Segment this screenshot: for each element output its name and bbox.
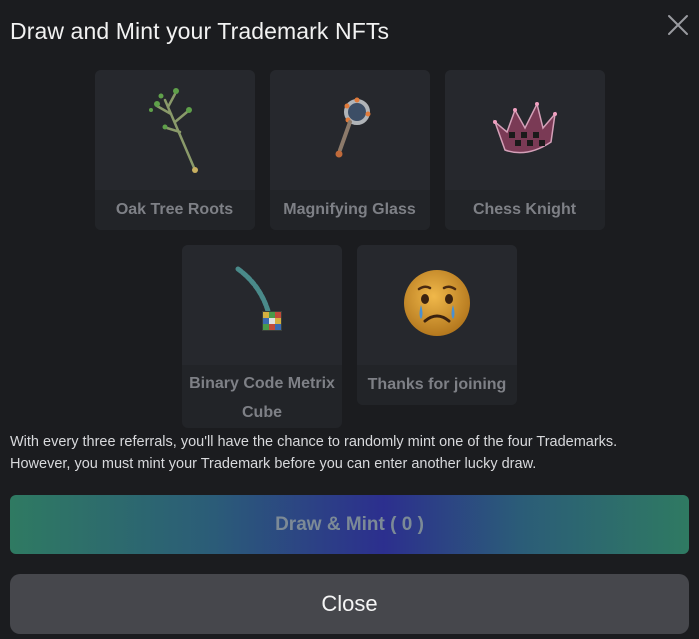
nft-card-magnifying-glass[interactable]: Magnifying Glass (269, 70, 430, 230)
nft-card-label: Thanks for joining (357, 365, 517, 405)
magnifying-glass-image (269, 70, 430, 190)
mint-modal: Draw and Mint your Trademark NFTs Oak Tr… (0, 0, 699, 639)
close-button[interactable]: Close (10, 574, 689, 634)
draw-mint-button[interactable]: Draw & Mint ( 0 ) (10, 495, 689, 554)
nft-cards-row-1: Oak Tree Roots Magnifying Glass Chess Kn… (0, 70, 699, 230)
nft-card-label: Magnifying Glass (269, 190, 430, 230)
oak-tree-roots-image (94, 70, 255, 190)
description-line-2: However, you must mint your Trademark be… (10, 456, 537, 472)
description-line-1: With every three referrals, you'll have … (10, 434, 618, 450)
rubiks-cube-wand-image (182, 245, 342, 365)
sad-face-emoji (357, 245, 517, 365)
chess-crown-image (444, 70, 605, 190)
nft-cards-row-2: Binary Code Metrix Cube Thanks for joini… (0, 245, 699, 428)
nft-card-label: Binary Code Metrix Cube (182, 365, 342, 428)
description: With every three referrals, you'll have … (10, 431, 690, 475)
nft-card-chess-knight[interactable]: Chess Knight (444, 70, 605, 230)
nft-card-oak-tree-roots[interactable]: Oak Tree Roots (94, 70, 255, 230)
close-icon[interactable] (667, 14, 689, 36)
nft-card-label: Chess Knight (444, 190, 605, 230)
modal-title: Draw and Mint your Trademark NFTs (10, 18, 390, 44)
nft-card-thanks-for-joining[interactable]: Thanks for joining (357, 245, 517, 405)
nft-card-binary-code-metrix-cube[interactable]: Binary Code Metrix Cube (182, 245, 342, 428)
nft-card-label: Oak Tree Roots (94, 190, 255, 230)
